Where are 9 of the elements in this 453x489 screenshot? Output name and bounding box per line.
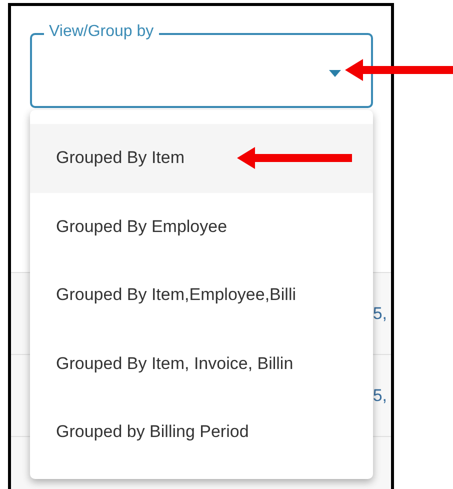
field-label: View/Group by (44, 22, 159, 42)
table-text: 5, (372, 304, 387, 324)
menu-item[interactable]: Grouped By Item,Employee,Billi (30, 261, 373, 330)
menu-item[interactable]: Grouped By Employee (30, 192, 373, 261)
table-text: 5, (372, 386, 387, 406)
menu-item[interactable]: Grouped by Billing Period (30, 398, 373, 466)
caret-icon (329, 70, 341, 77)
menu-item[interactable]: Grouped By Item (30, 124, 373, 192)
menu-item[interactable]: Grouped By Item, Invoice, Billin (30, 330, 373, 398)
